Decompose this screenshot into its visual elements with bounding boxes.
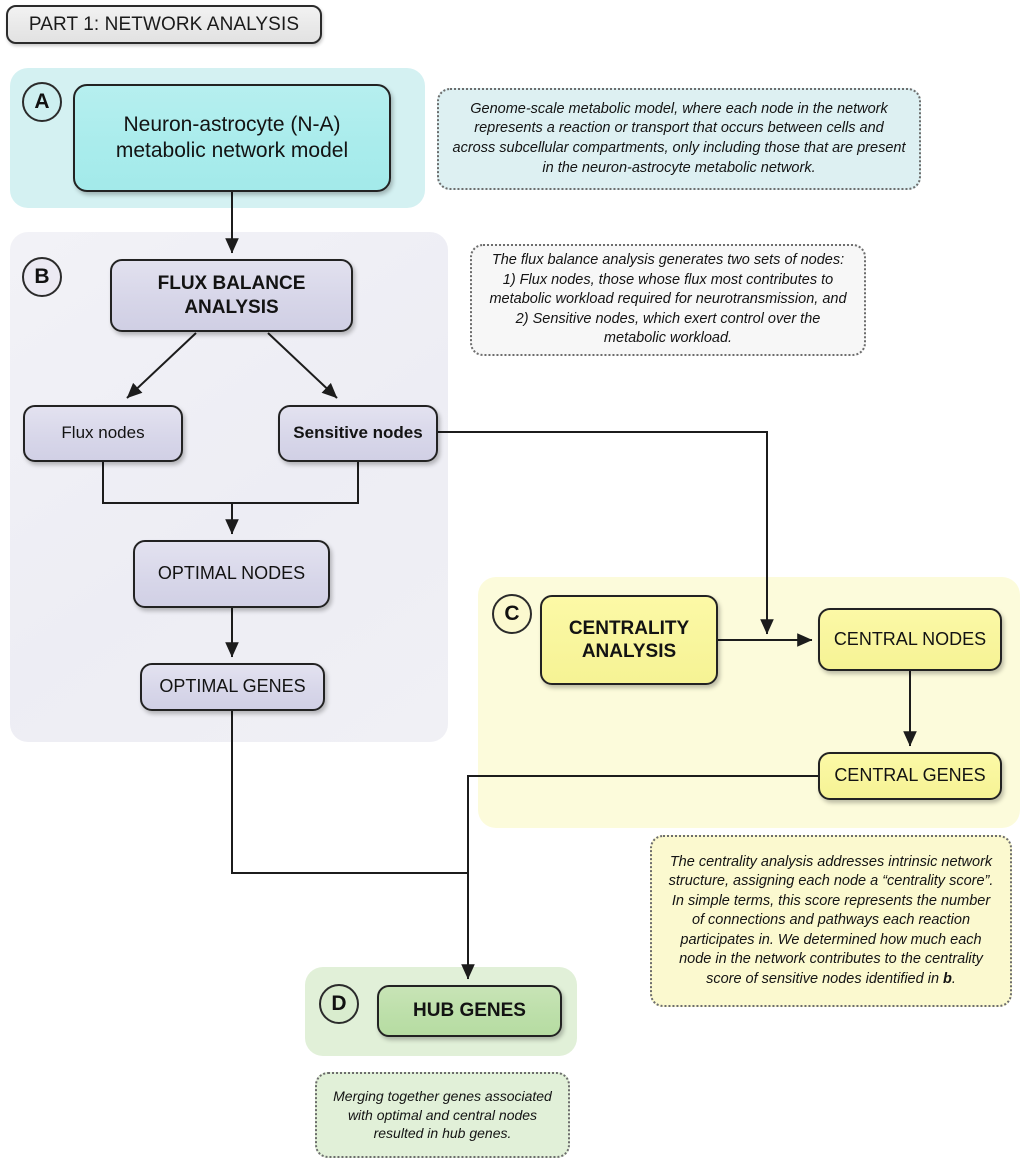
node-central-nodes[interactable]: CENTRAL NODES bbox=[818, 608, 1002, 671]
node-centrality-analysis[interactable]: CENTRALITY ANALYSIS bbox=[540, 595, 718, 685]
panel-badge-d: D bbox=[319, 984, 359, 1024]
panel-badge-c: C bbox=[492, 594, 532, 634]
node-flux-nodes[interactable]: Flux nodes bbox=[23, 405, 183, 462]
part-title-banner: PART 1: NETWORK ANALYSIS bbox=[6, 5, 322, 44]
annotation-note-c-ref: b bbox=[943, 970, 952, 987]
annotation-note-a: Genome-scale metabolic model, where each… bbox=[437, 88, 921, 190]
node-neuron-astrocyte-model[interactable]: Neuron-astrocyte (N-A) metabolic network… bbox=[73, 84, 391, 192]
node-na-line2: metabolic network model bbox=[115, 139, 349, 162]
node-na-line1: Neuron-astrocyte (N-A) bbox=[123, 113, 341, 137]
diagram-canvas: PART 1: NETWORK ANALYSIS A B C D Neuron-… bbox=[0, 0, 1020, 1164]
panel-badge-b: B bbox=[22, 257, 62, 297]
node-fba-line1: FLUX BALANCE bbox=[157, 273, 306, 295]
node-flux-balance-analysis[interactable]: FLUX BALANCE ANALYSIS bbox=[110, 259, 353, 332]
annotation-note-c-text: The centrality analysis addresses intrin… bbox=[668, 853, 994, 987]
node-centrality-line1: CENTRALITY bbox=[568, 617, 690, 639]
node-optimal-genes[interactable]: OPTIMAL GENES bbox=[140, 663, 325, 711]
annotation-note-d: Merging together genes associated with o… bbox=[315, 1072, 570, 1158]
annotation-note-b: The flux balance analysis generates two … bbox=[470, 244, 866, 356]
node-fba-line2: ANALYSIS bbox=[184, 296, 279, 318]
node-central-genes[interactable]: CENTRAL GENES bbox=[818, 752, 1002, 800]
panel-badge-a: A bbox=[22, 82, 62, 122]
node-centrality-line2: ANALYSIS bbox=[581, 641, 677, 662]
node-sensitive-nodes[interactable]: Sensitive nodes bbox=[278, 405, 438, 462]
annotation-note-c-period: . bbox=[951, 970, 956, 987]
node-optimal-nodes[interactable]: OPTIMAL NODES bbox=[133, 540, 330, 608]
node-hub-genes[interactable]: HUB GENES bbox=[377, 985, 562, 1037]
annotation-note-c: The centrality analysis addresses intrin… bbox=[650, 835, 1012, 1007]
